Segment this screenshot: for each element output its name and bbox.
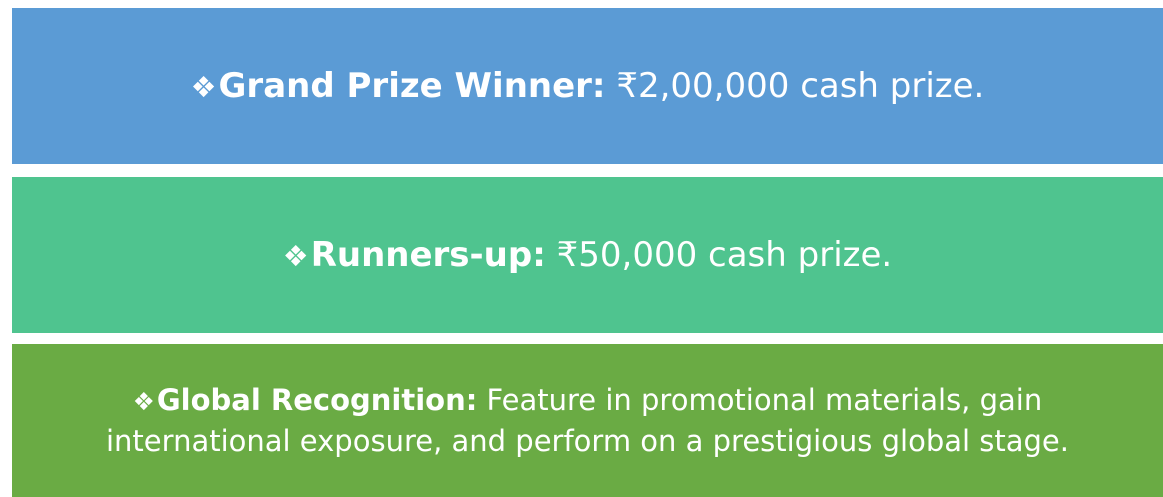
runners-up-block: ❖Runners-up: ₹50,000 cash prize. bbox=[12, 177, 1163, 333]
diamond-bullet-icon: ❖ bbox=[132, 387, 155, 417]
runners-up-label: Runners-up: bbox=[310, 235, 546, 275]
global-recognition-line-1: ❖Global Recognition: Feature in promotio… bbox=[106, 380, 1069, 420]
diamond-bullet-icon: ❖ bbox=[282, 239, 309, 273]
grand-prize-value: ₹2,00,000 cash prize. bbox=[616, 66, 985, 106]
global-recognition-block: ❖Global Recognition: Feature in promotio… bbox=[12, 344, 1163, 497]
grand-prize-line: ❖Grand Prize Winner: ₹2,00,000 cash priz… bbox=[191, 66, 985, 106]
runners-up-line: ❖Runners-up: ₹50,000 cash prize. bbox=[283, 235, 892, 275]
global-recognition-label: Global Recognition: bbox=[156, 383, 478, 418]
diamond-bullet-icon: ❖ bbox=[190, 70, 217, 104]
global-recognition-text: ❖Global Recognition: Feature in promotio… bbox=[106, 380, 1069, 460]
global-recognition-text-line-2: international exposure, and perform on a… bbox=[106, 423, 1069, 458]
grand-prize-label: Grand Prize Winner: bbox=[218, 66, 606, 106]
grand-prize-block: ❖Grand Prize Winner: ₹2,00,000 cash priz… bbox=[12, 8, 1163, 164]
global-recognition-text-line-1: Feature in promotional materials, gain bbox=[486, 383, 1043, 418]
runners-up-value: ₹50,000 cash prize. bbox=[556, 235, 893, 275]
